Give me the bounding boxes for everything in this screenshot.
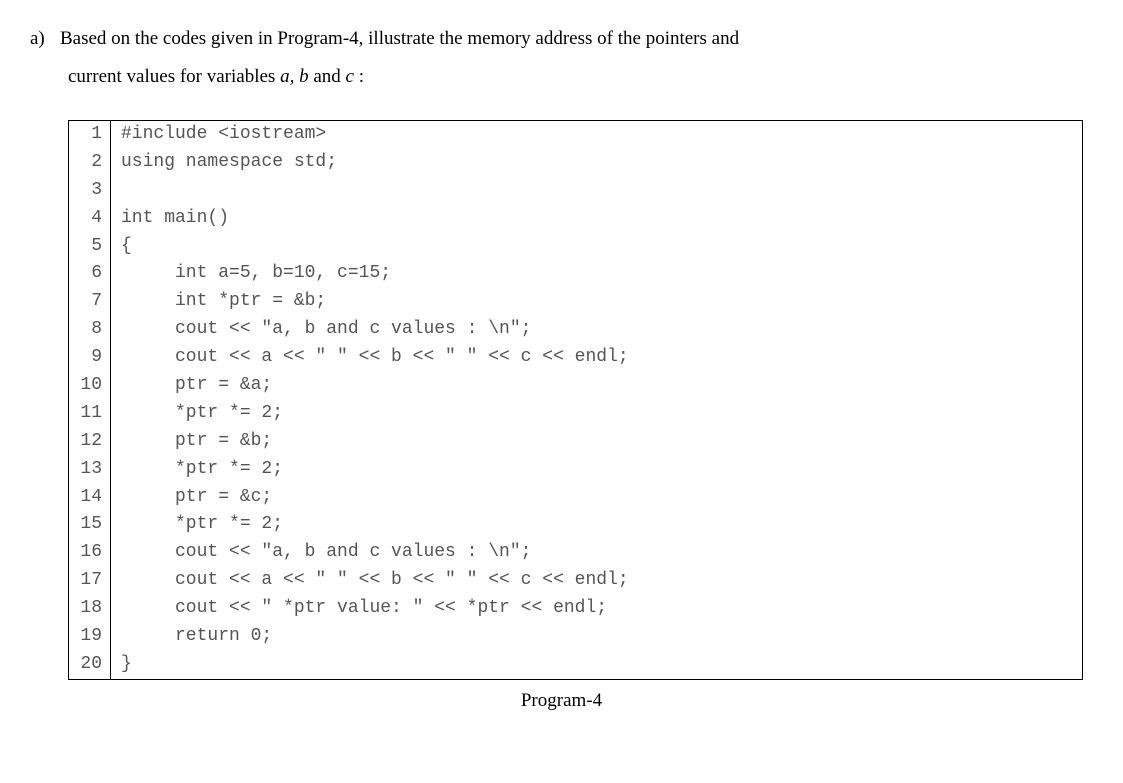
code-text: cout << " *ptr value: " << *ptr << endl; <box>111 595 607 623</box>
code-row: 6 int a=5, b=10, c=15; <box>69 260 1082 288</box>
line-number: 11 <box>69 400 111 428</box>
code-text: int *ptr = &b; <box>111 288 326 316</box>
code-text: cout << a << " " << b << " " << c << end… <box>111 567 629 595</box>
question-line2: current values for variables a, b and c … <box>30 58 1093 96</box>
line-number: 15 <box>69 511 111 539</box>
code-row: 12 ptr = &b; <box>69 428 1082 456</box>
line-number: 8 <box>69 316 111 344</box>
code-text: cout << "a, b and c values : \n"; <box>111 316 531 344</box>
code-text: ptr = &a; <box>111 372 272 400</box>
code-row: 16 cout << "a, b and c values : \n"; <box>69 539 1082 567</box>
code-row: 3 <box>69 177 1082 205</box>
var-b: b <box>299 66 313 87</box>
caption: Program-4 <box>30 690 1093 712</box>
line-number: 4 <box>69 205 111 233</box>
var-c: c <box>346 66 359 87</box>
question-label: a) <box>30 20 60 58</box>
question-line1: a) Based on the codes given in Program-4… <box>30 20 1093 58</box>
line-number: 18 <box>69 595 111 623</box>
code-row: 14 ptr = &c; <box>69 484 1082 512</box>
line-number: 16 <box>69 539 111 567</box>
code-row: 19 return 0; <box>69 623 1082 651</box>
code-row: 8 cout << "a, b and c values : \n"; <box>69 316 1082 344</box>
question-text-2b: and <box>313 66 345 87</box>
line-number: 7 <box>69 288 111 316</box>
code-text: using namespace std; <box>111 149 337 177</box>
code-text: { <box>111 233 132 261</box>
code-block: 1#include <iostream>2using namespace std… <box>68 120 1083 680</box>
code-text: ptr = &c; <box>111 484 272 512</box>
code-row: 15 *ptr *= 2; <box>69 511 1082 539</box>
line-number: 6 <box>69 260 111 288</box>
code-text: cout << a << " " << b << " " << c << end… <box>111 344 629 372</box>
line-number: 5 <box>69 233 111 261</box>
question-block: a) Based on the codes given in Program-4… <box>30 20 1093 96</box>
var-a: a, <box>280 66 299 87</box>
code-text: ptr = &b; <box>111 428 272 456</box>
line-number: 13 <box>69 456 111 484</box>
code-row: 2using namespace std; <box>69 149 1082 177</box>
code-row: 4int main() <box>69 205 1082 233</box>
line-number: 14 <box>69 484 111 512</box>
code-row: 10 ptr = &a; <box>69 372 1082 400</box>
code-row: 20} <box>69 651 1082 679</box>
code-row: 17 cout << a << " " << b << " " << c << … <box>69 567 1082 595</box>
code-text: } <box>111 651 132 679</box>
code-row: 1#include <iostream> <box>69 121 1082 149</box>
question-text-2c: : <box>359 66 364 87</box>
line-number: 2 <box>69 149 111 177</box>
line-number: 12 <box>69 428 111 456</box>
code-row: 18 cout << " *ptr value: " << *ptr << en… <box>69 595 1082 623</box>
question-text-2a: current values for variables <box>68 66 280 87</box>
line-number: 1 <box>69 121 111 149</box>
code-text: *ptr *= 2; <box>111 456 283 484</box>
code-row: 11 *ptr *= 2; <box>69 400 1082 428</box>
code-text: cout << "a, b and c values : \n"; <box>111 539 531 567</box>
code-row: 7 int *ptr = &b; <box>69 288 1082 316</box>
code-row: 5{ <box>69 233 1082 261</box>
code-text: return 0; <box>111 623 272 651</box>
code-text: *ptr *= 2; <box>111 511 283 539</box>
line-number: 19 <box>69 623 111 651</box>
code-text: *ptr *= 2; <box>111 400 283 428</box>
code-row: 9 cout << a << " " << b << " " << c << e… <box>69 344 1082 372</box>
code-text <box>111 177 121 205</box>
line-number: 10 <box>69 372 111 400</box>
line-number: 9 <box>69 344 111 372</box>
code-text: int main() <box>111 205 229 233</box>
line-number: 3 <box>69 177 111 205</box>
line-number: 20 <box>69 651 111 679</box>
code-text: #include <iostream> <box>111 121 326 149</box>
code-row: 13 *ptr *= 2; <box>69 456 1082 484</box>
line-number: 17 <box>69 567 111 595</box>
question-text-1: Based on the codes given in Program-4, i… <box>60 20 1093 58</box>
code-text: int a=5, b=10, c=15; <box>111 260 391 288</box>
